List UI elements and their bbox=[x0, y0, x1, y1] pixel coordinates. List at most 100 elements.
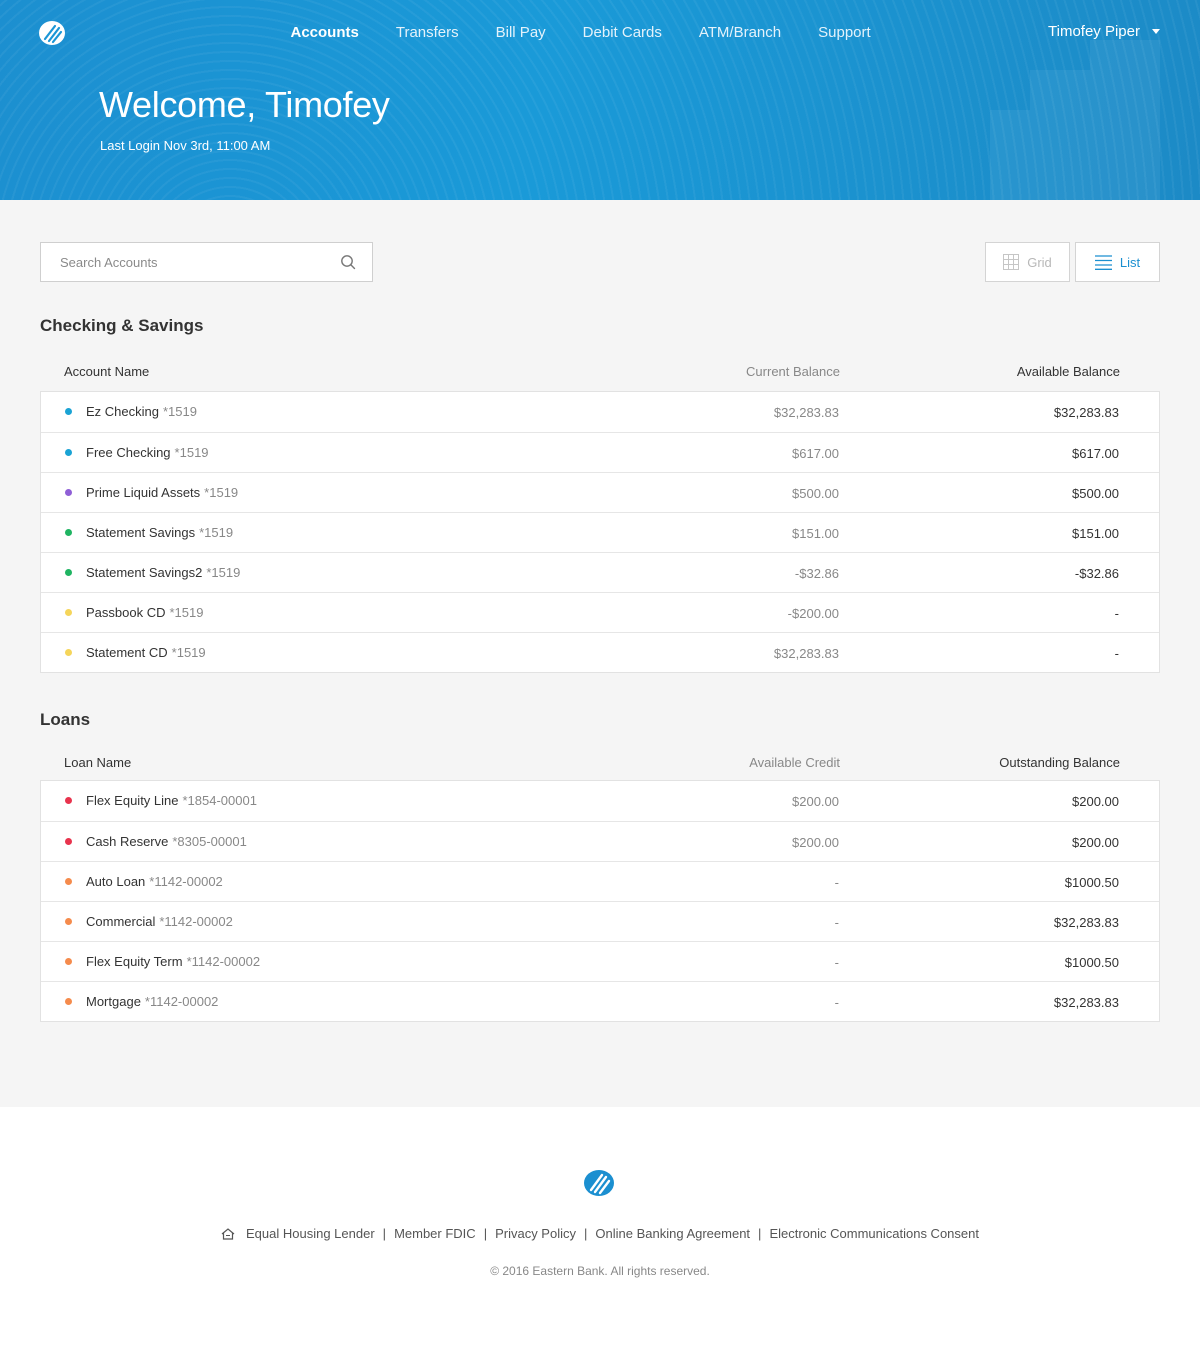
account-name-link[interactable]: Passbook CD *1519 bbox=[86, 605, 203, 620]
table-row[interactable]: Ez Checking *1519 $32,283.83 $32,283.83 bbox=[41, 392, 1159, 432]
grid-view-button[interactable]: Grid bbox=[985, 242, 1070, 282]
account-name: Ez Checking bbox=[86, 404, 159, 419]
balance-cell: $151.00 bbox=[792, 526, 839, 541]
account-name: Statement CD bbox=[86, 645, 168, 660]
status-dot bbox=[65, 838, 72, 845]
footer-link-online-banking-agreement[interactable]: Online Banking Agreement bbox=[595, 1226, 750, 1241]
link-separator: | bbox=[382, 1226, 387, 1241]
status-dot bbox=[65, 569, 72, 576]
table-row[interactable]: Cash Reserve *8305-00001 $200.00 $200.00 bbox=[41, 821, 1159, 861]
footer-link-privacy-policy[interactable]: Privacy Policy bbox=[495, 1226, 576, 1241]
balance-cell: $151.00 bbox=[1072, 526, 1119, 541]
table-row[interactable]: Mortgage *1142-00002 - $32,283.83 bbox=[41, 981, 1159, 1021]
footer: Equal Housing Lender | Member FDIC | Privacy… bbox=[0, 1107, 1200, 1346]
status-dot bbox=[65, 609, 72, 616]
account-number: *1142-00002 bbox=[159, 914, 233, 929]
account-name: Statement Savings2 bbox=[86, 565, 203, 580]
last-login: Last Login Nov 3rd, 11:00 AM bbox=[100, 138, 271, 153]
table-row[interactable]: Commercial *1142-00002 - $32,283.83 bbox=[41, 901, 1159, 941]
banner-building bbox=[1030, 70, 1090, 200]
footer-links: Equal Housing Lender | Member FDIC | Privacy… bbox=[0, 1226, 1200, 1241]
account-number: *1519 bbox=[171, 645, 206, 660]
list-view-button[interactable]: List bbox=[1075, 242, 1160, 282]
account-name: Free Checking bbox=[86, 445, 171, 460]
balance-cell: - bbox=[834, 995, 839, 1010]
logo-icon[interactable] bbox=[38, 20, 66, 46]
account-name-link[interactable]: Commercial *1142-00002 bbox=[86, 914, 233, 929]
checking-table: Ez Checking *1519 $32,283.83 $32,283.83 Free… bbox=[40, 391, 1160, 673]
account-number: *1142-00002 bbox=[186, 954, 261, 969]
nav-item-transfers[interactable]: Transfers bbox=[377, 22, 477, 44]
table-row[interactable]: Prime Liquid Assets *1519 $500.00 $500.00 bbox=[41, 472, 1159, 512]
balance-cell: $200.00 bbox=[792, 794, 839, 809]
banner-building bbox=[1090, 40, 1160, 200]
main-nav: Accounts Transfers Bill Pay Debit Cards ATM/… bbox=[272, 22, 889, 44]
account-name-link[interactable]: Mortgage *1142-00002 bbox=[86, 994, 218, 1009]
account-name: Flex Equity Line bbox=[86, 793, 179, 808]
search-input[interactable] bbox=[41, 243, 340, 281]
status-dot bbox=[65, 998, 72, 1005]
footer-link-equal-housing-lender[interactable]: Equal Housing Lender bbox=[246, 1226, 375, 1241]
table-row[interactable]: Statement CD *1519 $32,283.83 - bbox=[41, 632, 1159, 672]
column-header-current-balance: Current Balance bbox=[746, 364, 840, 379]
account-name: Commercial bbox=[86, 914, 156, 929]
table-row[interactable]: Auto Loan *1142-00002 - $1000.50 bbox=[41, 861, 1159, 901]
table-row[interactable]: Flex Equity Term *1142-00002 - $1000.50 bbox=[41, 941, 1159, 981]
nav-item-accounts[interactable]: Accounts bbox=[272, 22, 377, 44]
account-name-link[interactable]: Statement Savings2 *1519 bbox=[86, 565, 240, 580]
status-dot bbox=[65, 878, 72, 885]
balance-cell: -$200.00 bbox=[787, 606, 839, 621]
table-row[interactable]: Passbook CD *1519 -$200.00 - bbox=[41, 592, 1159, 632]
status-dot bbox=[65, 529, 72, 536]
column-header-account-name: Account Name bbox=[64, 364, 150, 379]
table-row[interactable]: Statement Savings *1519 $151.00 $151.00 bbox=[41, 512, 1159, 552]
footer-link-member-fdic[interactable]: Member FDIC bbox=[394, 1226, 476, 1241]
balance-cell: $500.00 bbox=[1072, 486, 1119, 501]
account-name-link[interactable]: Statement Savings *1519 bbox=[86, 525, 233, 540]
column-header-available-balance: Available Balance bbox=[1016, 364, 1120, 379]
column-header-outstanding-balance: Outstanding Balance bbox=[999, 755, 1120, 770]
account-name: Mortgage bbox=[86, 994, 141, 1009]
table-row[interactable]: Free Checking *1519 $617.00 $617.00 bbox=[41, 432, 1159, 472]
account-name: Cash Reserve bbox=[86, 834, 169, 849]
house-icon bbox=[221, 1227, 235, 1240]
user-menu[interactable]: Timofey Piper bbox=[1048, 23, 1160, 40]
balance-cell: - bbox=[834, 875, 839, 890]
table-row[interactable]: Flex Equity Line *1854-00001 $200.00 $200.0… bbox=[41, 781, 1159, 821]
balance-cell: $500.00 bbox=[792, 486, 839, 501]
list-icon bbox=[1094, 254, 1112, 270]
account-name-link[interactable]: Ez Checking *1519 bbox=[86, 404, 197, 419]
header-banner: Accounts Transfers Bill Pay Debit Cards ATM/… bbox=[0, 0, 1200, 200]
account-number: *1519 bbox=[206, 565, 241, 580]
footer-link-electronic-communications-consent[interactable]: Electronic Communications Consent bbox=[769, 1226, 979, 1241]
status-dot bbox=[65, 918, 72, 925]
account-name-link[interactable]: Auto Loan *1142-00002 bbox=[86, 874, 223, 889]
search-icon[interactable] bbox=[340, 254, 356, 270]
link-separator: | bbox=[584, 1226, 588, 1241]
table-row[interactable]: Statement Savings2 *1519 -$32.86 -$32.86 bbox=[41, 552, 1159, 592]
grid-icon bbox=[1003, 254, 1020, 270]
account-name-link[interactable]: Flex Equity Term *1142-00002 bbox=[86, 954, 260, 969]
welcome-heading: Welcome, Timofey bbox=[99, 84, 390, 125]
account-name-link[interactable]: Prime Liquid Assets *1519 bbox=[86, 485, 238, 500]
balance-cell: $200.00 bbox=[1072, 835, 1119, 850]
account-name-link[interactable]: Free Checking *1519 bbox=[86, 445, 209, 460]
balance-cell: - bbox=[1114, 646, 1119, 661]
account-name-link[interactable]: Flex Equity Line *1854-00001 bbox=[86, 793, 257, 808]
account-name-link[interactable]: Statement CD *1519 bbox=[86, 645, 206, 660]
nav-item-atm-branch[interactable]: ATM/Branch bbox=[680, 22, 799, 44]
link-separator: | bbox=[483, 1226, 488, 1241]
nav-item-support[interactable]: Support bbox=[800, 22, 890, 44]
status-dot bbox=[65, 649, 72, 656]
column-header-available-credit: Available Credit bbox=[749, 755, 840, 770]
grid-view-label: Grid bbox=[1027, 254, 1052, 270]
balance-cell: $200.00 bbox=[1072, 794, 1119, 809]
nav-item-bill-pay[interactable]: Bill Pay bbox=[477, 22, 564, 44]
footer-logo-icon[interactable] bbox=[583, 1169, 615, 1197]
account-name-link[interactable]: Cash Reserve *8305-00001 bbox=[86, 834, 247, 849]
nav-item-debit-cards[interactable]: Debit Cards bbox=[564, 22, 680, 44]
account-name: Flex Equity Term bbox=[86, 954, 183, 969]
account-name: Statement Savings bbox=[86, 525, 196, 540]
account-number: *1519 bbox=[174, 445, 209, 460]
column-header-loan-name: Loan Name bbox=[64, 755, 132, 770]
